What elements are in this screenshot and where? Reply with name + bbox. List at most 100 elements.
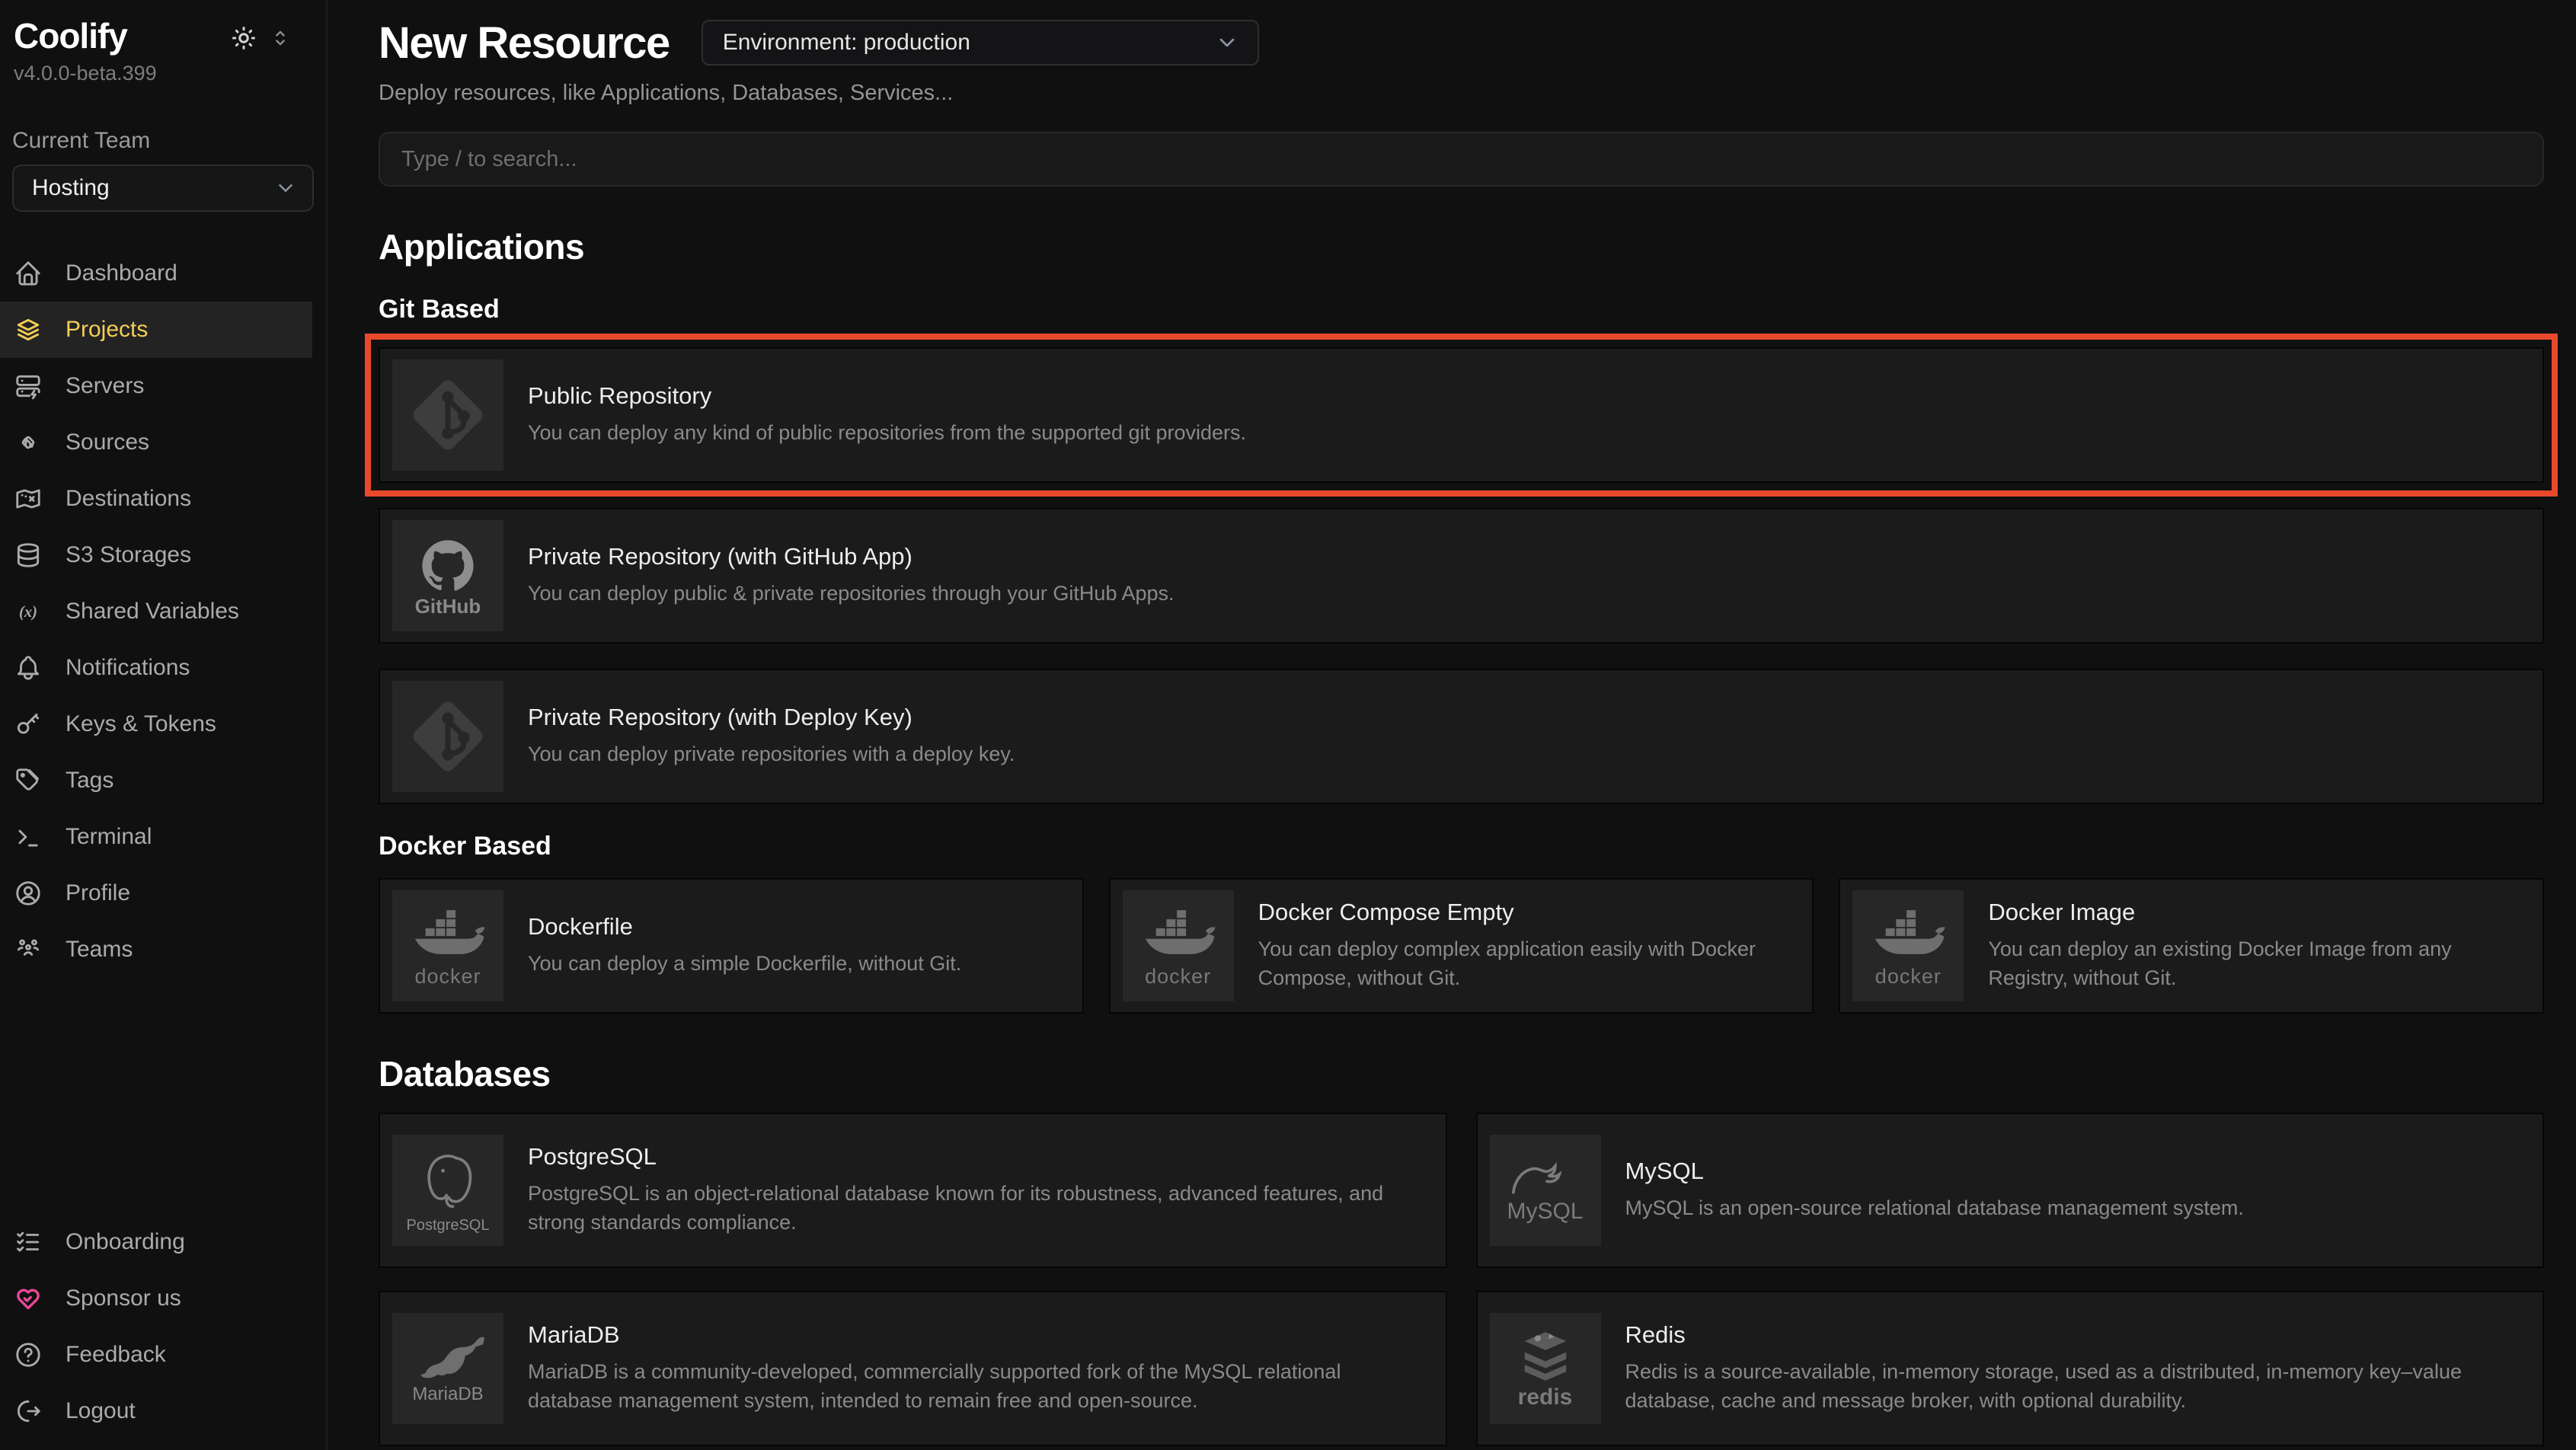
server-icon bbox=[14, 372, 43, 401]
database-cards: PostgreSQL PostgreSQL PostgreSQL is an o… bbox=[379, 1113, 2544, 1446]
sidebar-item-label: Logout bbox=[66, 1398, 136, 1424]
sidebar-item-teams[interactable]: Teams bbox=[0, 921, 312, 978]
github-logo: GitHub bbox=[392, 520, 503, 631]
sidebar-item-dashboard[interactable]: Dashboard bbox=[0, 245, 312, 302]
mariadb-wordmark: MariaDB bbox=[412, 1384, 483, 1405]
sidebar-item-label: Tags bbox=[66, 768, 113, 794]
card-mysql[interactable]: MySQL MySQL MySQL is an open-source rela… bbox=[1476, 1113, 2545, 1268]
docker-based-cards: docker Dockerfile You can deploy a simpl… bbox=[379, 878, 2544, 1014]
coolify-app: Coolify v4.0.0-beta.399 Current Team Hos… bbox=[0, 0, 2576, 1450]
card-description: You can deploy an existing Docker Image … bbox=[1988, 935, 2520, 993]
card-postgresql[interactable]: PostgreSQL PostgreSQL PostgreSQL is an o… bbox=[379, 1113, 1447, 1268]
sidebar-item-logout[interactable]: Logout bbox=[0, 1383, 312, 1439]
git-branch-icon bbox=[14, 428, 43, 457]
redis-logo: redis bbox=[1490, 1313, 1601, 1424]
docker-logo: docker bbox=[1852, 890, 1964, 1001]
card-description: MariaDB is a community-developed, commer… bbox=[528, 1358, 1423, 1416]
environment-select-value: Environment: production bbox=[723, 30, 970, 56]
checklist-icon bbox=[14, 1228, 43, 1257]
card-body: Docker Compose Empty You can deploy comp… bbox=[1258, 899, 1790, 993]
sidebar-item-profile[interactable]: Profile bbox=[0, 865, 312, 921]
sidebar-item-label: Keys & Tokens bbox=[66, 711, 216, 737]
postgresql-logo: PostgreSQL bbox=[392, 1135, 503, 1246]
card-description: PostgreSQL is an object-relational datab… bbox=[528, 1180, 1423, 1238]
collapse-selector-icon[interactable] bbox=[270, 27, 291, 49]
git-icon bbox=[392, 681, 503, 792]
sidebar-item-label: Servers bbox=[66, 373, 144, 399]
sidebar-item-projects[interactable]: Projects bbox=[0, 302, 312, 358]
theme-toggle-sun-icon[interactable] bbox=[230, 24, 257, 52]
applications-section-title: Applications bbox=[379, 226, 2544, 267]
card-body: MySQL MySQL is an open-source relational… bbox=[1625, 1158, 2244, 1223]
docker-logo: docker bbox=[392, 890, 503, 1001]
environment-select[interactable]: Environment: production bbox=[702, 20, 1259, 65]
chevron-down-icon bbox=[1215, 30, 1239, 55]
sidebar-menu: Dashboard Projects Servers Sources Desti… bbox=[0, 245, 326, 978]
sidebar-item-servers[interactable]: Servers bbox=[0, 358, 312, 414]
git-icon bbox=[392, 359, 503, 471]
search-input[interactable] bbox=[379, 132, 2544, 187]
sidebar-item-notifications[interactable]: Notifications bbox=[0, 640, 312, 696]
team-select[interactable]: Hosting bbox=[12, 164, 314, 212]
card-mariadb[interactable]: MariaDB MariaDB MariaDB is a community-d… bbox=[379, 1291, 1447, 1446]
app-title: Coolify bbox=[14, 17, 127, 56]
databases-section-title: Databases bbox=[379, 1053, 2544, 1094]
users-icon bbox=[14, 935, 43, 964]
card-private-repository-deploy-key[interactable]: Private Repository (with Deploy Key) You… bbox=[379, 669, 2544, 804]
card-title: Redis bbox=[1625, 1321, 2520, 1349]
card-docker-image[interactable]: docker Docker Image You can deploy an ex… bbox=[1839, 878, 2544, 1014]
mariadb-logo: MariaDB bbox=[392, 1313, 503, 1424]
sidebar-item-label: Sources bbox=[66, 430, 149, 455]
postgresql-wordmark: PostgreSQL bbox=[407, 1217, 490, 1234]
card-description: MySQL is an open-source relational datab… bbox=[1625, 1194, 2244, 1223]
sidebar-item-shared-variables[interactable]: (x) Shared Variables bbox=[0, 583, 312, 640]
sidebar-item-label: Destinations bbox=[66, 486, 191, 512]
card-private-repository-github-app[interactable]: GitHub Private Repository (with GitHub A… bbox=[379, 508, 2544, 644]
brand-icons bbox=[230, 24, 291, 52]
git-based-subsection-title: Git Based bbox=[379, 295, 2544, 324]
docker-wordmark: docker bbox=[414, 965, 481, 988]
sidebar-item-label: Shared Variables bbox=[66, 599, 239, 624]
github-wordmark: GitHub bbox=[415, 595, 481, 618]
card-title: MySQL bbox=[1625, 1158, 2244, 1185]
sidebar-item-sources[interactable]: Sources bbox=[0, 414, 312, 471]
sidebar-item-label: Profile bbox=[66, 880, 130, 906]
sidebar-item-keys-tokens[interactable]: Keys & Tokens bbox=[0, 696, 312, 752]
sidebar-item-sponsor-us[interactable]: Sponsor us bbox=[0, 1270, 312, 1327]
sidebar-item-feedback[interactable]: Feedback bbox=[0, 1327, 312, 1383]
sidebar-item-label: Notifications bbox=[66, 655, 190, 681]
card-description: Redis is a source-available, in-memory s… bbox=[1625, 1358, 2520, 1416]
sidebar-item-destinations[interactable]: Destinations bbox=[0, 471, 312, 527]
docker-based-subsection-title: Docker Based bbox=[379, 832, 2544, 861]
card-body: Dockerfile You can deploy a simple Docke… bbox=[528, 913, 961, 979]
card-body: Docker Image You can deploy an existing … bbox=[1988, 899, 2520, 993]
bell-icon bbox=[14, 653, 43, 682]
redis-wordmark: redis bbox=[1518, 1385, 1573, 1410]
heart-icon bbox=[14, 1284, 43, 1313]
card-description: You can deploy a simple Dockerfile, with… bbox=[528, 950, 961, 979]
sidebar-item-label: Sponsor us bbox=[66, 1286, 181, 1311]
key-icon bbox=[14, 710, 43, 739]
card-title: Dockerfile bbox=[528, 913, 961, 941]
main-content: New Resource Environment: production Dep… bbox=[328, 0, 2576, 1450]
sidebar-item-s3-storages[interactable]: S3 Storages bbox=[0, 527, 312, 583]
database-icon bbox=[14, 541, 43, 570]
variable-icon: (x) bbox=[14, 597, 43, 626]
layers-icon bbox=[14, 315, 43, 344]
sidebar-item-tags[interactable]: Tags bbox=[0, 752, 312, 809]
card-description: You can deploy any kind of public reposi… bbox=[528, 419, 1246, 448]
card-body: Private Repository (with GitHub App) You… bbox=[528, 543, 1175, 608]
card-title: MariaDB bbox=[528, 1321, 1423, 1349]
card-dockerfile[interactable]: docker Dockerfile You can deploy a simpl… bbox=[379, 878, 1084, 1014]
card-public-repository[interactable]: Public Repository You can deploy any kin… bbox=[379, 347, 2544, 483]
card-docker-compose-empty[interactable]: docker Docker Compose Empty You can depl… bbox=[1109, 878, 1814, 1014]
svg-text:(x): (x) bbox=[19, 604, 37, 621]
sidebar-item-onboarding[interactable]: Onboarding bbox=[0, 1214, 312, 1270]
page-title: New Resource bbox=[379, 18, 670, 69]
card-title: Docker Compose Empty bbox=[1258, 899, 1790, 926]
git-based-cards: Public Repository You can deploy any kin… bbox=[379, 347, 2544, 804]
card-body: Redis Redis is a source-available, in-me… bbox=[1625, 1321, 2520, 1416]
app-version: v4.0.0-beta.399 bbox=[0, 56, 326, 85]
card-redis[interactable]: redis Redis Redis is a source-available,… bbox=[1476, 1291, 2545, 1446]
sidebar-item-terminal[interactable]: Terminal bbox=[0, 809, 312, 865]
